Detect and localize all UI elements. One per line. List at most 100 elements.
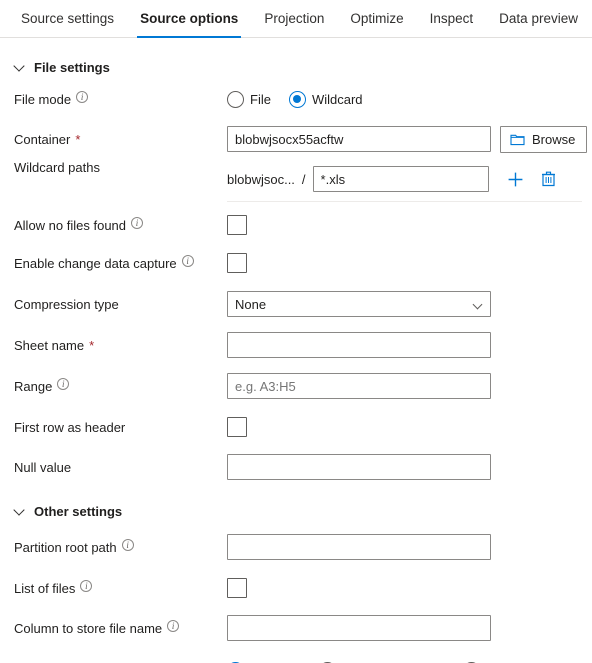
tab-label: Source options [140, 11, 239, 26]
radio-file-mode-wildcard[interactable]: Wildcard [288, 90, 363, 108]
label-text: Partition root path [14, 539, 117, 555]
browse-button[interactable]: Browse [500, 125, 588, 153]
tab-label: Source settings [21, 11, 115, 26]
row-list-of-files: List of files i [0, 571, 592, 605]
tab-source-settings[interactable]: Source settings [8, 0, 127, 38]
label-text: File mode [14, 91, 72, 107]
tab-label: Projection [264, 11, 325, 26]
source-options-form: File settings File mode i File Wildcard … [0, 52, 592, 663]
info-icon[interactable]: i [80, 580, 93, 592]
label-range: Range i [14, 378, 227, 394]
chevron-down-icon [14, 61, 26, 73]
compression-type-value: None [235, 296, 267, 312]
checkbox-allow-no-files-found[interactable] [227, 215, 247, 235]
row-enable-change-data-capture: Enable change data capture i [0, 246, 592, 280]
tab-label: Data preview [499, 11, 578, 26]
label-text: Null value [14, 459, 72, 475]
folder-icon [510, 133, 525, 146]
radio-group-file-mode: File Wildcard [227, 90, 363, 108]
browse-label: Browse [532, 131, 576, 147]
radio-dot [227, 90, 244, 108]
chevron-down-icon [472, 299, 483, 310]
compression-type-select[interactable]: None [227, 291, 491, 317]
chevron-down-icon [14, 505, 26, 517]
label-list-of-files: List of files i [14, 580, 227, 596]
label-text: Allow no files found [14, 217, 127, 233]
info-icon[interactable]: i [181, 255, 194, 267]
radio-file-mode-file[interactable]: File [227, 90, 271, 108]
info-icon[interactable]: i [167, 620, 180, 632]
row-allow-no-files-found: Allow no files found i [0, 208, 592, 242]
info-icon[interactable]: i [131, 217, 144, 229]
wildcard-path-entry: blobwjsoc... / [227, 166, 560, 192]
label-text: Compression type [14, 296, 119, 312]
radio-label: File [250, 91, 271, 107]
container-field-group: Browse [227, 125, 588, 153]
section-title: Other settings [34, 503, 123, 519]
label-text: First row as header [14, 419, 126, 435]
label-wildcard-paths: Wildcard paths [14, 160, 227, 175]
info-icon[interactable]: i [121, 539, 134, 551]
tab-inspect[interactable]: Inspect [417, 0, 487, 38]
radio-label: Wildcard [311, 91, 363, 107]
tab-optimize[interactable]: Optimize [337, 0, 416, 38]
tab-projection[interactable]: Projection [251, 0, 337, 38]
checkbox-enable-change-data-capture[interactable] [227, 253, 247, 273]
info-icon[interactable]: i [76, 91, 89, 103]
range-input[interactable] [227, 373, 491, 399]
required-asterisk: * [75, 131, 81, 147]
tab-data-preview[interactable]: Data preview [486, 0, 591, 38]
tab-label: Optimize [350, 11, 404, 26]
row-wildcard-paths: Wildcard paths blobwjsoc... / [0, 156, 592, 202]
label-column-to-store-file-name: Column to store file name i [14, 620, 227, 636]
section-title: File settings [34, 59, 110, 75]
row-after-completion: After completion * No action Delete sour… [0, 653, 592, 663]
wildcard-path-input[interactable] [312, 166, 489, 192]
row-compression-type: Compression type None [0, 287, 592, 321]
row-column-to-store-file-name: Column to store file name i [0, 611, 592, 645]
wildcard-separator: / [301, 171, 306, 187]
checkbox-list-of-files[interactable] [227, 578, 247, 598]
label-text: Range [14, 378, 53, 394]
partition-root-path-input[interactable] [227, 534, 491, 560]
sheet-name-input[interactable] [227, 332, 491, 358]
container-input[interactable] [227, 126, 491, 152]
label-text: List of files [14, 580, 76, 596]
tab-bar: Source settings Source options Projectio… [0, 0, 592, 38]
wildcard-divider [227, 201, 582, 202]
label-text: Wildcard paths [14, 160, 100, 175]
label-compression-type: Compression type [14, 297, 227, 312]
label-sheet-name: Sheet name * [14, 338, 227, 353]
label-file-mode: File mode i [14, 91, 227, 107]
trash-icon[interactable] [538, 168, 560, 190]
section-header-other-settings[interactable]: Other settings [0, 496, 592, 526]
label-text: Sheet name [14, 337, 85, 353]
label-allow-no-files-found: Allow no files found i [14, 217, 227, 233]
row-first-row-as-header: First row as header [0, 410, 592, 444]
label-enable-change-data-capture: Enable change data capture i [14, 255, 227, 271]
row-null-value: Null value [0, 450, 592, 484]
null-value-input[interactable] [227, 454, 491, 480]
label-text: Column to store file name [14, 620, 163, 636]
tab-source-options[interactable]: Source options [127, 0, 251, 38]
row-sheet-name: Sheet name * [0, 328, 592, 362]
label-partition-root-path: Partition root path i [14, 539, 227, 555]
label-container: Container * [14, 132, 227, 147]
required-asterisk: * [89, 337, 95, 353]
radio-dot-selected [288, 90, 306, 108]
label-null-value: Null value [14, 460, 227, 475]
label-first-row-as-header: First row as header [14, 420, 227, 435]
row-partition-root-path: Partition root path i [0, 530, 592, 564]
row-range: Range i [0, 369, 592, 403]
wildcard-prefix: blobwjsoc... [227, 171, 295, 187]
plus-icon[interactable] [505, 168, 527, 190]
row-file-mode: File mode i File Wildcard [0, 82, 592, 116]
column-to-store-file-name-input[interactable] [227, 615, 491, 641]
label-text: Enable change data capture [14, 255, 177, 271]
info-icon[interactable]: i [57, 378, 70, 390]
tab-label: Inspect [429, 11, 474, 26]
row-container: Container * Browse [0, 122, 592, 156]
section-header-file-settings[interactable]: File settings [0, 52, 592, 82]
label-text: Container [14, 131, 71, 147]
checkbox-first-row-as-header[interactable] [227, 417, 247, 437]
